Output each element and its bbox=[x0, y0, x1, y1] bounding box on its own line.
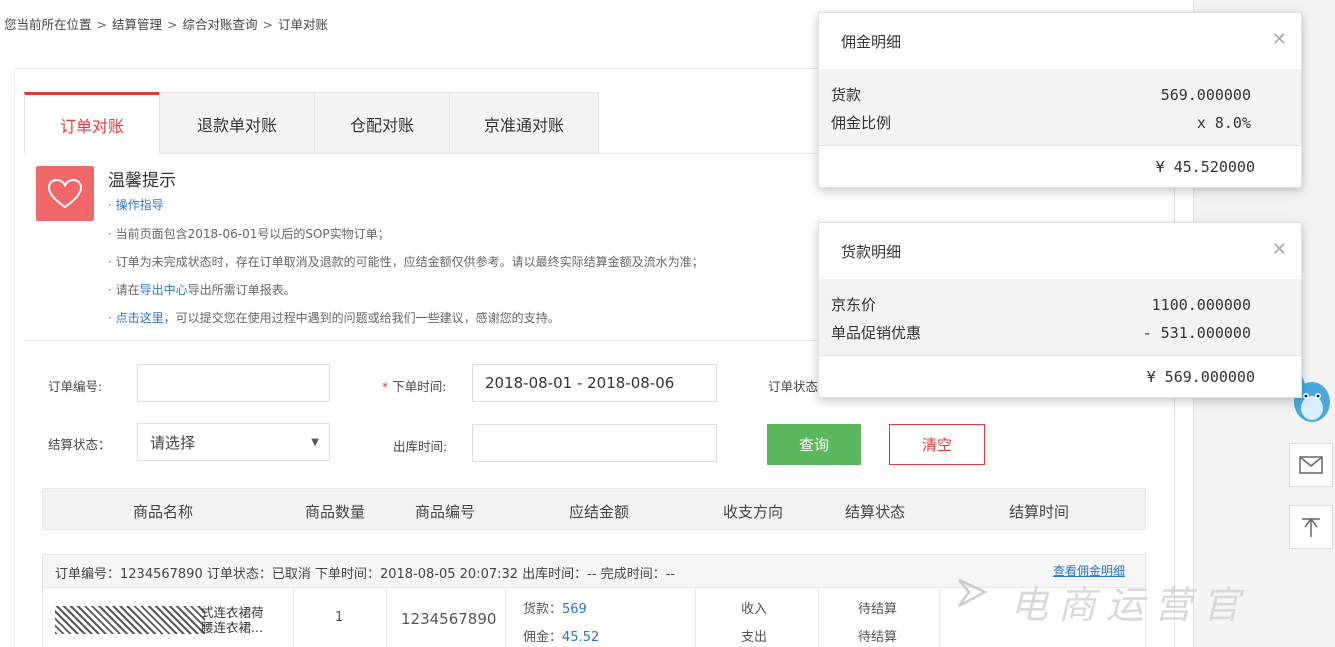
tips-line-3-prefix: · 请在 bbox=[108, 283, 140, 297]
settle-status-select[interactable]: 请选择 ▼ bbox=[137, 423, 330, 461]
row-divider bbox=[386, 588, 387, 647]
order-time-label: * 下单时间: bbox=[382, 379, 447, 394]
tab-bar: 订单对账 退款单对账 仓配对账 京准通对账 bbox=[24, 92, 599, 154]
breadcrumb-prefix: 您当前所在位置 bbox=[4, 17, 92, 32]
commission-amount-link[interactable]: 45.52 bbox=[562, 630, 599, 645]
tab-jzt-reconciliation[interactable]: 京准通对账 bbox=[449, 92, 599, 154]
tips-line-4-suffix: ，可以提交您在使用过程中遇到的问题或给我们一些建议，感谢您的支持。 bbox=[163, 311, 560, 325]
row-divider bbox=[505, 588, 506, 647]
row-divider bbox=[695, 588, 696, 647]
order-no-label: 订单编号: bbox=[48, 379, 103, 394]
th-settle-status: 结算状态 bbox=[845, 503, 906, 521]
jd-price-label: 京东价 bbox=[831, 296, 877, 314]
feedback-link[interactable]: 点击这里 bbox=[116, 311, 164, 325]
goods-amount: 货款：569 bbox=[523, 602, 587, 617]
breadcrumb-reconciliation[interactable]: 综合对账查询 bbox=[183, 17, 258, 32]
promo-discount-label: 单品促销优惠 bbox=[831, 324, 922, 342]
tab-order-reconciliation[interactable]: 订单对账 bbox=[24, 92, 160, 154]
close-icon[interactable]: ✕ bbox=[1272, 239, 1287, 260]
quantity: 1 bbox=[335, 610, 344, 625]
close-icon[interactable]: ✕ bbox=[1272, 29, 1287, 50]
table-header: 商品名称 商品数量 商品编号 应结金额 收支方向 结算状态 结算时间 bbox=[42, 488, 1146, 530]
commission-rate-value: x 8.0% bbox=[1196, 114, 1251, 132]
popup-title: 佣金明细 bbox=[841, 32, 902, 51]
outbound-time-label: 出库时间: bbox=[393, 439, 448, 454]
tips-line-4: · 点击这里，可以提交您在使用过程中遇到的问题或给我们一些建议，感谢您的支持。 bbox=[108, 311, 560, 325]
guide-link[interactable]: 操作指导 bbox=[116, 198, 164, 212]
th-product-name: 商品名称 bbox=[133, 503, 194, 521]
tips-line-3: · 请在导出中心导出所需订单报表。 bbox=[108, 281, 296, 298]
tips-line-1: · 当前页面包含2018-06-01号以后的SOP实物订单； bbox=[108, 227, 390, 241]
th-amount: 应结金额 bbox=[569, 503, 630, 521]
product-no: 1234567890 bbox=[401, 610, 497, 628]
mail-icon[interactable] bbox=[1289, 443, 1333, 487]
settle-status-1: 待结算 bbox=[858, 602, 898, 617]
tips-line-2: · 订单为未完成状态时，存在订单取消及退款的可能性，应结金额仅供参考。请以最终实… bbox=[108, 255, 704, 269]
goods-total: ¥ 569.000000 bbox=[819, 355, 1301, 397]
chevron-down-icon: ▼ bbox=[311, 436, 319, 448]
tab-warehouse-reconciliation[interactable]: 仓配对账 bbox=[314, 92, 450, 154]
back-to-top-icon[interactable] bbox=[1289, 505, 1333, 549]
goods-label: 货款 bbox=[831, 86, 862, 104]
th-settle-time: 结算时间 bbox=[1009, 503, 1070, 521]
breadcrumb-settlement[interactable]: 结算管理 bbox=[112, 17, 162, 32]
page: 您当前所在位置 > 结算管理 > 综合对账查询 > 订单对账 订单对账 退款单对账 仓配对账… bbox=[0, 0, 1335, 647]
commission-total: ¥ 45.520000 bbox=[819, 145, 1301, 187]
breadcrumb-current: 订单对账 bbox=[278, 17, 329, 32]
direction-out: 支出 bbox=[741, 630, 768, 645]
query-button[interactable]: 查询 bbox=[767, 424, 861, 465]
popup-title: 货款明细 bbox=[841, 242, 902, 261]
row-divider bbox=[818, 588, 819, 647]
row-divider bbox=[939, 588, 940, 647]
th-direction: 收支方向 bbox=[723, 503, 784, 521]
commission-amount: 佣金：45.52 bbox=[523, 630, 600, 645]
breadcrumb: 您当前所在位置 > 结算管理 > 综合对账查询 > 订单对账 bbox=[4, 17, 329, 32]
popup-header: 佣金明细 ✕ bbox=[819, 13, 1301, 69]
tips-guide-row: · 操作指导 bbox=[108, 198, 164, 212]
watermark-text: 电商运营官 bbox=[1010, 583, 1251, 627]
tips-line-3-suffix: 导出所需订单报表。 bbox=[187, 283, 296, 297]
export-center-link[interactable]: 导出中心 bbox=[140, 283, 188, 297]
settle-status-value: 请选择 bbox=[150, 433, 196, 452]
product-name[interactable]: 式连衣裙荷 腰连衣裙... bbox=[201, 605, 264, 635]
order-status-label: 订单状态 bbox=[768, 379, 819, 394]
goods-detail-popup: 货款明细 ✕ 京东价 1100.000000 单品促销优惠 - 531.000000… bbox=[818, 222, 1302, 398]
popup-body: 货款 569.000000 佣金比例 x 8.0% bbox=[819, 69, 1301, 145]
jd-price-value: 1100.000000 bbox=[1151, 296, 1251, 314]
commission-detail-popup: 佣金明细 ✕ 货款 569.000000 佣金比例 x 8.0% ¥ 45.5200… bbox=[818, 12, 1302, 188]
tips-title: 温馨提示 bbox=[108, 171, 176, 191]
goods-value: 569.000000 bbox=[1160, 86, 1251, 104]
popup-body: 京东价 1100.000000 单品促销优惠 - 531.000000 bbox=[819, 279, 1301, 355]
th-product-no: 商品编号 bbox=[415, 503, 476, 521]
product-thumbnail[interactable] bbox=[55, 606, 205, 634]
tab-refund-reconciliation[interactable]: 退款单对账 bbox=[159, 92, 315, 154]
th-quantity: 商品数量 bbox=[305, 503, 366, 521]
order-info: 订单编号：1234567890 订单状态：已取消 下单时间：2018-08-05… bbox=[55, 567, 676, 582]
promo-discount-value: - 531.000000 bbox=[1142, 324, 1251, 342]
settle-status-label: 结算状态： bbox=[48, 437, 111, 452]
row-divider bbox=[293, 588, 294, 647]
goods-amount-link[interactable]: 569 bbox=[562, 602, 587, 617]
commission-rate-label: 佣金比例 bbox=[831, 114, 892, 132]
order-time-input[interactable]: 2018-08-01 - 2018-08-06 bbox=[472, 364, 717, 402]
watermark-logo-icon bbox=[957, 578, 988, 608]
order-no-input[interactable] bbox=[137, 364, 330, 402]
outbound-time-input[interactable] bbox=[472, 424, 717, 462]
heart-icon bbox=[36, 166, 94, 221]
popup-header: 货款明细 ✕ bbox=[819, 223, 1301, 279]
direction-in: 收入 bbox=[741, 602, 768, 617]
settle-status-2: 待结算 bbox=[858, 630, 898, 645]
clear-button[interactable]: 清空 bbox=[889, 424, 985, 465]
